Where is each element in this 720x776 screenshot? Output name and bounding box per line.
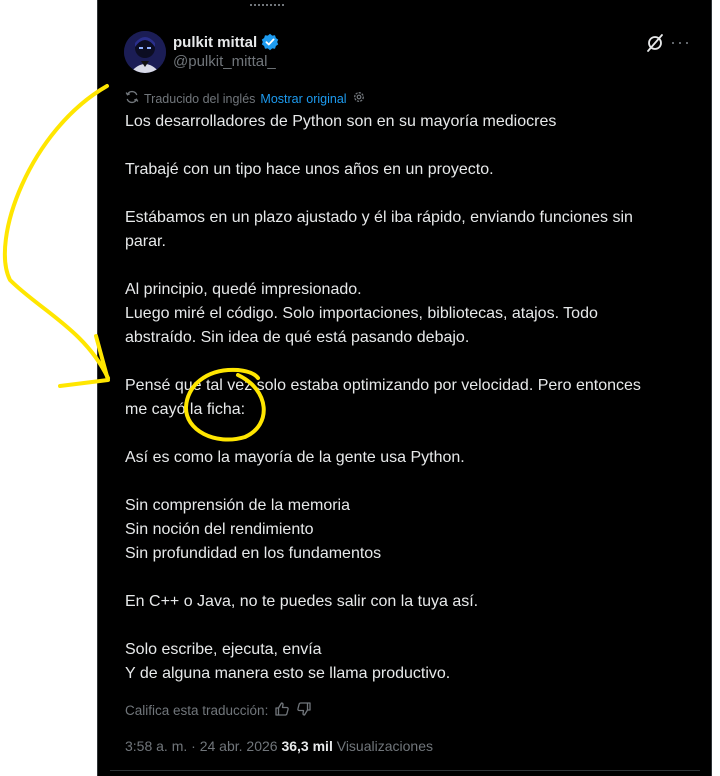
thumbs-up-icon[interactable] <box>274 701 290 720</box>
text-line: abstraído. Sin idea de qué está pasando … <box>125 329 470 346</box>
text-line: Luego miré el código. Solo importaciones… <box>125 305 598 322</box>
divider <box>110 770 700 771</box>
translation-bar: Traducido del inglés Mostrar original <box>125 90 366 107</box>
verified-badge-icon[interactable] <box>261 33 279 51</box>
grok-icon[interactable] <box>645 33 665 53</box>
annotation-arrow <box>2 84 110 380</box>
previous-post-remnant <box>250 0 284 6</box>
text-line: Al principio, quedé impresionado. <box>125 281 362 298</box>
paragraph: Sin comprensión de la memoria Sin noción… <box>125 494 697 566</box>
translation-label: Traducido del inglés <box>144 91 256 106</box>
text-line: Los desarrolladores de Python son en su … <box>125 113 557 130</box>
text-line: Y de alguna manera esto se llama product… <box>125 665 451 682</box>
paragraph: Estábamos en un plazo ajustado y él iba … <box>125 206 697 254</box>
tweet-time[interactable]: 3:58 a. m. <box>125 738 187 754</box>
text-line: Sin profundidad en los fundamentos <box>125 545 382 562</box>
tweet-text: Los desarrolladores de Python son en su … <box>125 110 697 710</box>
paragraph: Al principio, quedé impresionado. Luego … <box>125 278 697 350</box>
text-line: Pensé que tal vez solo estaba optimizand… <box>125 377 641 394</box>
views-count[interactable]: 36,3 mil <box>281 738 332 754</box>
author-display-name[interactable]: pulkit mittal <box>173 34 257 51</box>
paragraph: En C++ o Java, no te puedes salir con la… <box>125 590 697 614</box>
text-line: Estábamos en un plazo ajustado y él iba … <box>125 209 633 226</box>
meta-separator: · <box>187 738 200 754</box>
paragraph: Pensé que tal vez solo estaba optimizand… <box>125 374 697 422</box>
translate-icon <box>125 90 139 107</box>
rate-translation-bar: Califica esta traducción: <box>125 701 312 720</box>
show-original-link[interactable]: Mostrar original <box>260 92 346 106</box>
paragraph: Así es como la mayoría de la gente usa P… <box>125 446 697 470</box>
thumbs-down-icon[interactable] <box>296 701 312 720</box>
more-icon[interactable]: ··· <box>670 32 691 52</box>
avatar[interactable] <box>124 31 166 73</box>
author-handle[interactable]: @pulkit_mittal_ <box>173 53 276 70</box>
text-line: Así es como la mayoría de la gente usa P… <box>125 449 465 466</box>
text-line: me cayó la ficha: <box>125 401 246 418</box>
author-name-row[interactable]: pulkit mittal <box>173 33 279 51</box>
tweet-meta: 3:58 a. m. · 24 abr. 2026 36,3 mil Visua… <box>125 738 433 754</box>
paragraph: Los desarrolladores de Python son en su … <box>125 110 697 134</box>
paragraph: Solo escribe, ejecuta, envía Y de alguna… <box>125 638 697 686</box>
text-line: Solo escribe, ejecuta, envía <box>125 641 322 658</box>
text-line: Trabajé con un tipo hace unos años en un… <box>125 161 494 178</box>
text-line: parar. <box>125 233 166 250</box>
text-line: En C++ o Java, no te puedes salir con la… <box>125 593 479 610</box>
settings-icon[interactable] <box>352 90 366 107</box>
text-line: Sin comprensión de la memoria <box>125 497 350 514</box>
views-label: Visualizaciones <box>336 738 433 754</box>
tweet-date[interactable]: 24 abr. 2026 <box>200 738 278 754</box>
text-line: Sin noción del rendimiento <box>125 521 314 538</box>
paragraph: Trabajé con un tipo hace unos años en un… <box>125 158 697 182</box>
rate-translation-label: Califica esta traducción: <box>125 703 269 718</box>
